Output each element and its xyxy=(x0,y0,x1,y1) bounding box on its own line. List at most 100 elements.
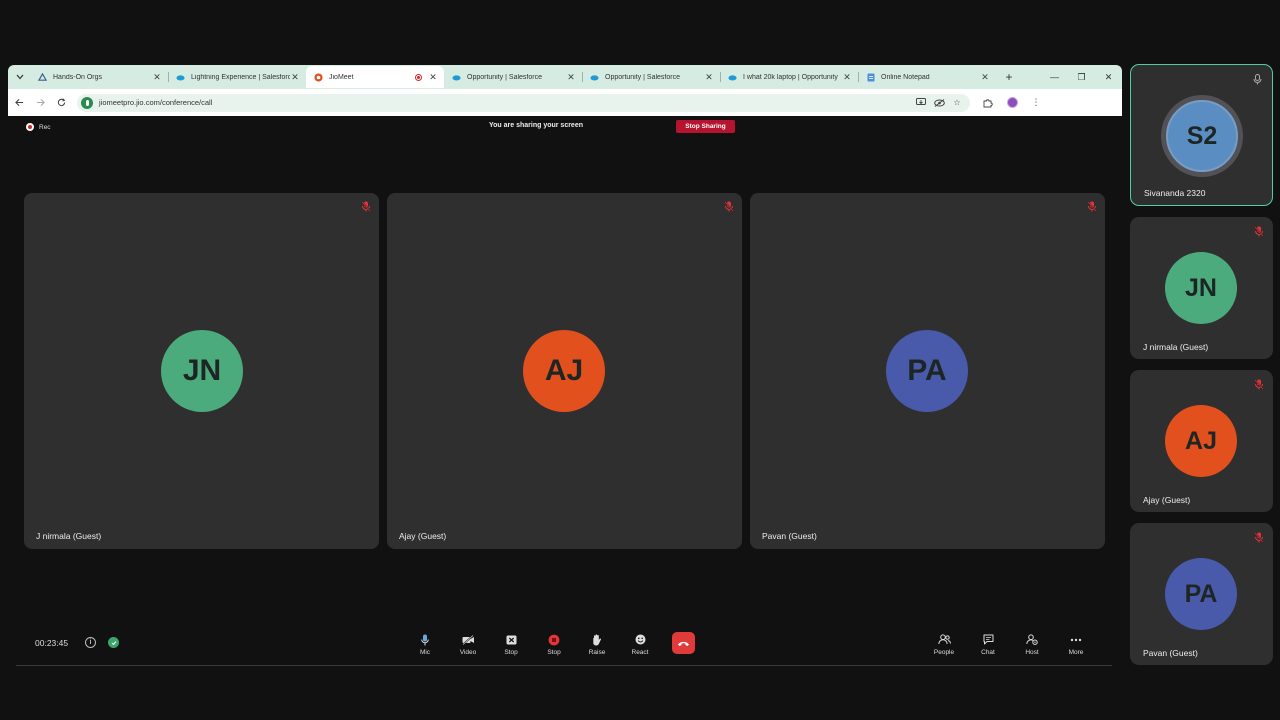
browser-menu-icon[interactable]: ⋮ xyxy=(1024,94,1048,112)
profile-avatar[interactable] xyxy=(1000,94,1024,112)
tab-title: I what 20k laptop | Opportunity xyxy=(743,73,838,81)
window-controls: — ❐ ✕ xyxy=(1041,72,1122,83)
stop-recording-button[interactable]: Stop xyxy=(534,633,574,656)
close-icon[interactable]: ✕ xyxy=(428,72,438,83)
bookmark-star-icon[interactable]: ☆ xyxy=(948,96,966,110)
more-icon xyxy=(1069,633,1083,646)
mic-icon xyxy=(418,633,432,646)
avatar: JN xyxy=(1165,252,1237,324)
raise-hand-icon xyxy=(590,633,604,646)
avatar-initials: JN xyxy=(182,354,222,387)
tab-hands-on-orgs[interactable]: Hands-On Orgs ✕ xyxy=(30,66,168,88)
close-icon[interactable]: ✕ xyxy=(704,72,714,83)
shield-secure-icon[interactable] xyxy=(108,637,119,648)
tab-laptop-opportunity[interactable]: I what 20k laptop | Opportunity ✕ xyxy=(720,66,858,88)
tab-jiomeet[interactable]: JioMeet ✕ xyxy=(306,66,444,88)
mic-muted-icon xyxy=(723,201,734,212)
stop-share-button[interactable]: Stop xyxy=(491,633,531,656)
mic-icon xyxy=(1252,74,1263,85)
salesforce-cloud-icon xyxy=(176,73,185,82)
salesforce-cloud-icon xyxy=(728,73,737,82)
avatar-initials: PA xyxy=(1184,579,1218,608)
new-tab-button[interactable]: + xyxy=(998,70,1020,84)
tab-title: Lightning Experience | Salesforce xyxy=(191,73,290,81)
rec-label: Rec xyxy=(39,123,51,131)
notepad-icon xyxy=(866,73,875,82)
avatar: JN xyxy=(161,330,243,412)
avatar: PA xyxy=(886,330,968,412)
tab-title: JioMeet xyxy=(329,73,354,81)
restore-button[interactable]: ❐ xyxy=(1068,72,1095,83)
control-label: Raise xyxy=(588,649,606,656)
address-bar[interactable]: jiomeetpro.jio.com/conference/call ☆ xyxy=(77,93,970,112)
react-button[interactable]: React xyxy=(620,633,660,656)
tab-opportunity-2[interactable]: Opportunity | Salesforce ✕ xyxy=(582,66,720,88)
avatar-initials: JN xyxy=(1185,273,1217,302)
participant-name: Ajay (Guest) xyxy=(399,531,447,541)
participant-name: J nirmala (Guest) xyxy=(36,531,102,541)
back-button[interactable] xyxy=(9,93,29,113)
close-window-button[interactable]: ✕ xyxy=(1095,72,1122,83)
participant-name: Ajay (Guest) xyxy=(1143,495,1191,505)
mic-muted-icon xyxy=(1253,379,1264,390)
info-icon[interactable]: i xyxy=(85,637,96,648)
participant-name: J nirmala (Guest) xyxy=(1143,342,1209,352)
tab-opportunity-1[interactable]: Opportunity | Salesforce ✕ xyxy=(444,66,582,88)
sidebar-participant-card[interactable]: AJ Ajay (Guest) xyxy=(1130,370,1273,512)
avatar-initials: PA xyxy=(907,354,947,387)
address-bar-actions: ☆ xyxy=(912,96,966,110)
browser-toolbar: jiomeetpro.jio.com/conference/call ☆ ⋮ xyxy=(8,89,1122,116)
sidebar-participant-card[interactable]: PA Pavan (Guest) xyxy=(1130,523,1273,665)
people-button[interactable]: People xyxy=(924,633,964,656)
host-controls-button[interactable]: Host xyxy=(1012,633,1052,656)
minimize-button[interactable]: — xyxy=(1041,72,1068,83)
eye-off-icon[interactable] xyxy=(930,96,948,110)
close-icon[interactable]: ✕ xyxy=(566,72,576,83)
control-label: React xyxy=(631,649,649,656)
participant-tile[interactable]: JN J nirmala (Guest) xyxy=(24,193,379,549)
participant-name: Pavan (Guest) xyxy=(1143,648,1198,658)
tab-lightning-experience[interactable]: Lightning Experience | Salesforce ✕ xyxy=(168,66,306,88)
trailhead-icon xyxy=(38,72,47,82)
arrow-left-icon xyxy=(14,98,23,107)
tab-title: Online Notepad xyxy=(881,73,930,81)
chat-button[interactable]: Chat xyxy=(968,633,1008,656)
participant-tile[interactable]: PA Pavan (Guest) xyxy=(750,193,1105,549)
control-label: Stop xyxy=(547,649,561,656)
forward-button[interactable] xyxy=(30,93,50,113)
control-label: Video xyxy=(459,649,477,656)
avatar-initials: AJ xyxy=(544,354,584,387)
meeting-screen: Hands-On Orgs ✕ Lightning Experience | S… xyxy=(0,0,1280,720)
salesforce-cloud-icon xyxy=(452,73,461,82)
video-button[interactable]: Video xyxy=(448,633,488,656)
mic-button[interactable]: Mic xyxy=(405,633,445,656)
stop-sharing-button[interactable]: Stop Sharing xyxy=(676,120,735,133)
avatar-initials: AJ xyxy=(1185,426,1217,455)
close-icon[interactable]: ✕ xyxy=(152,72,162,83)
sidebar-participant-card[interactable]: S2 Sivananda 2320 xyxy=(1130,64,1273,206)
close-icon[interactable]: ✕ xyxy=(842,72,852,83)
tab-online-notepad[interactable]: Online Notepad ✕ xyxy=(858,66,996,88)
tab-search-button[interactable] xyxy=(10,67,30,87)
stop-recording-icon xyxy=(547,633,561,646)
react-emoji-icon xyxy=(633,633,647,646)
end-call-button[interactable] xyxy=(672,632,695,654)
sidebar-participant-card[interactable]: JN J nirmala (Guest) xyxy=(1130,217,1273,359)
raise-hand-button[interactable]: Raise xyxy=(577,633,617,656)
video-off-icon xyxy=(461,633,475,646)
arrow-right-icon xyxy=(36,98,45,107)
install-app-icon[interactable] xyxy=(912,96,930,110)
stop-share-icon xyxy=(504,633,518,646)
close-icon[interactable]: ✕ xyxy=(980,72,990,83)
participant-tile[interactable]: AJ Ajay (Guest) xyxy=(387,193,742,549)
extensions-puzzle-icon[interactable] xyxy=(976,94,1000,112)
more-button[interactable]: More xyxy=(1056,633,1096,656)
salesforce-cloud-icon xyxy=(590,73,599,82)
reload-button[interactable] xyxy=(51,93,71,113)
avatar: PA xyxy=(1165,558,1237,630)
record-dot-icon xyxy=(26,123,34,131)
site-info-icon[interactable] xyxy=(81,96,93,109)
meeting-timer: 00:23:45 xyxy=(35,638,69,648)
control-label: More xyxy=(1068,649,1084,656)
close-icon[interactable]: ✕ xyxy=(290,72,300,83)
